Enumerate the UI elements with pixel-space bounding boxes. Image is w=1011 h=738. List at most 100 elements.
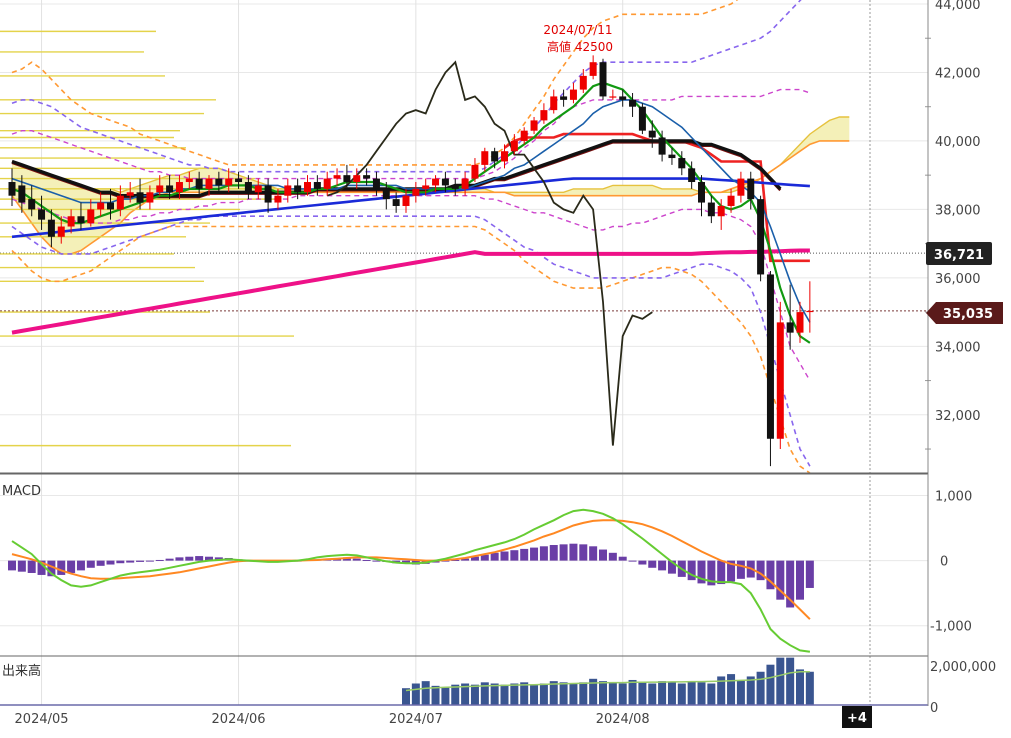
- candle-body: [569, 89, 577, 100]
- candle-body: [47, 219, 55, 237]
- candle-body: [727, 195, 735, 206]
- macd-line: [11, 508, 811, 653]
- sma-short-line: [11, 81, 811, 344]
- candle-body: [274, 195, 282, 203]
- x-tick-label: 2024/05: [15, 712, 69, 727]
- candle-body: [471, 164, 479, 179]
- candle-body: [668, 154, 676, 159]
- candle-body: [432, 178, 440, 186]
- candle-body: [28, 199, 36, 210]
- candle-body: [766, 274, 774, 439]
- macd-histogram-bar: [165, 558, 174, 561]
- volume-bar: [776, 657, 785, 705]
- candle-body: [648, 130, 656, 138]
- macd-histogram-bar: [27, 560, 36, 573]
- candle-body: [294, 185, 302, 193]
- volume-bar: [618, 683, 627, 705]
- candle-body: [796, 312, 804, 333]
- macd-histogram-bar: [8, 560, 16, 571]
- macd-histogram-bar: [362, 559, 371, 561]
- candle-body: [520, 130, 528, 141]
- sma-200-line: [11, 248, 810, 335]
- macd-histogram-bar: [57, 560, 66, 575]
- macd-histogram-bar: [185, 556, 194, 561]
- macd-histogram-bar: [126, 560, 135, 563]
- macd-histogram-bar: [717, 560, 726, 585]
- macd-tick-label: -1,000: [930, 620, 972, 635]
- volume-bar: [579, 682, 588, 705]
- candle-body: [244, 182, 252, 193]
- macd-histogram-bar: [145, 560, 154, 562]
- volume-bar: [500, 684, 509, 705]
- candle-body: [107, 202, 114, 210]
- macd-tick-label: 1,000: [935, 490, 972, 505]
- volume-tick-label: 2,000,000: [930, 660, 996, 675]
- volume-bar: [796, 669, 804, 705]
- candle-body: [126, 192, 134, 196]
- annotation-date: 2024/07/11: [543, 23, 612, 37]
- candle-body: [658, 137, 666, 155]
- macd-histogram-bar: [490, 552, 499, 561]
- candlesticks: [8, 55, 814, 467]
- volume-bar: [470, 684, 479, 705]
- candle-body: [501, 151, 508, 162]
- candle-body: [776, 322, 784, 439]
- candle-body: [254, 185, 262, 193]
- candle-body: [304, 182, 311, 193]
- candle-body: [372, 178, 380, 189]
- volume-bar: [599, 681, 607, 705]
- candle-body: [313, 182, 321, 189]
- candle-body: [363, 175, 371, 179]
- candle-body: [392, 199, 400, 206]
- macd-histogram-bar: [136, 560, 145, 562]
- candle-body: [412, 188, 420, 196]
- macd-histogram-bar: [500, 551, 509, 561]
- volume-bar: [510, 683, 519, 705]
- candle-body: [235, 178, 243, 183]
- volume-bar: [687, 681, 696, 705]
- candle-body: [185, 178, 193, 183]
- macd-histogram-bar: [658, 560, 667, 571]
- volume-bar: [667, 682, 676, 705]
- candle-body: [530, 120, 538, 131]
- volume-bar: [707, 683, 716, 705]
- x-tick-label: 2024/07: [389, 712, 443, 727]
- macd-histogram-bar: [539, 546, 548, 561]
- macd-histogram-bar: [756, 560, 765, 581]
- candle-body: [560, 96, 568, 100]
- candle-body: [609, 96, 617, 98]
- candle-body: [67, 216, 75, 227]
- candle-body: [678, 158, 686, 169]
- price-tick-label: 38,000: [935, 203, 981, 218]
- macd-histogram-bar: [628, 560, 637, 562]
- annotation-high: 高値 42500: [547, 39, 613, 54]
- candle-body: [737, 178, 745, 196]
- candle-body: [77, 216, 85, 224]
- candle-body: [136, 192, 144, 203]
- candle-body: [116, 195, 124, 210]
- candle-body: [481, 151, 489, 165]
- macd-histogram-bar: [76, 560, 85, 571]
- candle-body: [215, 178, 223, 186]
- svg-text:35,035: 35,035: [943, 307, 993, 322]
- price-tick-label: 44,000: [935, 0, 981, 13]
- candle-body: [87, 209, 95, 224]
- macd-histogram-bar: [549, 544, 558, 561]
- volume-bar: [677, 683, 686, 705]
- more-badge[interactable]: +4: [842, 706, 872, 728]
- candle-body: [284, 185, 292, 196]
- macd-histogram-bar: [67, 560, 76, 573]
- candle-body: [323, 178, 331, 189]
- macd-histogram-bar: [175, 557, 184, 561]
- candle-body: [175, 182, 183, 193]
- candle-body: [97, 202, 105, 210]
- candle-body: [343, 175, 351, 183]
- candle-body: [146, 192, 154, 203]
- volume-bar: [559, 682, 568, 705]
- candle-body: [510, 140, 518, 152]
- volume-bar: [697, 682, 706, 705]
- macd-histogram-bar: [17, 560, 26, 572]
- volume-bar: [805, 671, 814, 705]
- macd-histogram-bar: [106, 560, 115, 565]
- svg-text:36,721: 36,721: [934, 248, 984, 263]
